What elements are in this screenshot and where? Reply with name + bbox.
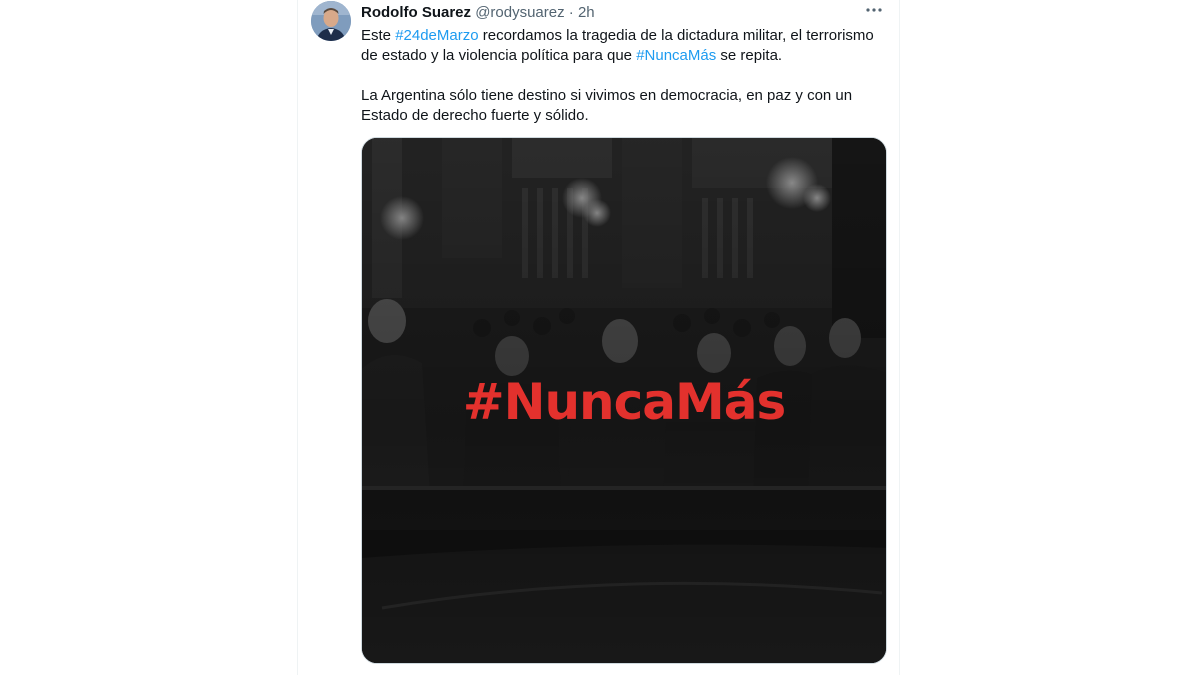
overlay-hashtag-text: #NuncaMás: [462, 373, 787, 431]
tweet-timestamp[interactable]: 2h: [578, 4, 595, 21]
tweet-media-image[interactable]: #NuncaMás: [361, 137, 887, 664]
tweet-text: Este #24deMarzo recordamos la tragedia d…: [361, 26, 891, 126]
more-options-button[interactable]: [863, 0, 885, 20]
author-handle[interactable]: @rodysuarez: [475, 4, 564, 21]
tweet-card[interactable]: Rodolfo Suarez @rodysuarez · 2h Este #24…: [297, 0, 900, 675]
avatar-image: [311, 1, 351, 41]
tweet-paragraph-2: La Argentina sólo tiene destino si vivim…: [361, 87, 853, 124]
more-horizontal-icon: [866, 8, 882, 12]
author-display-name[interactable]: Rodolfo Suarez: [361, 4, 471, 21]
avatar[interactable]: [311, 1, 351, 41]
hashtag-link-nuncamas[interactable]: #NuncaMás: [636, 47, 716, 64]
tweet-paragraph-1: Este #24deMarzo recordamos la tragedia d…: [361, 26, 891, 66]
text-segment: se repita.: [716, 47, 783, 64]
separator-dot: ·: [568, 4, 574, 21]
tweet-header: Rodolfo Suarez @rodysuarez · 2h: [361, 4, 595, 22]
hashtag-link-24demarzo[interactable]: #24deMarzo: [395, 27, 478, 44]
text-segment: Este: [361, 27, 396, 44]
